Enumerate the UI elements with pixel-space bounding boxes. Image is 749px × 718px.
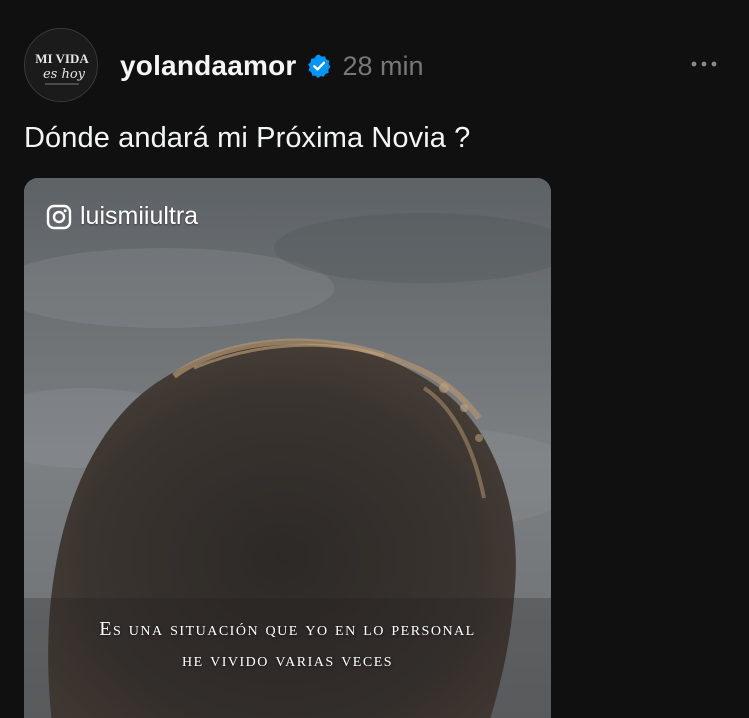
post: MI VIDA es hoy yolandaamor 28 min Dónde … [0,0,749,718]
avatar-text-line1: MI VIDA [35,51,89,66]
timestamp: 28 min [342,50,424,81]
instagram-watermark: luismiiultra [46,202,198,231]
more-horizontal-icon [691,61,717,67]
avatar-logo: MI VIDA es hoy [25,29,97,101]
post-video[interactable]: luismiiultra Es una situación que yo en … [24,178,551,718]
verified-badge-icon [306,53,332,79]
avatar[interactable]: MI VIDA es hoy [24,28,98,102]
instagram-icon [46,204,72,229]
post-header: yolandaamor 28 min [120,46,424,86]
avatar-text-line2: es hoy [43,67,86,82]
more-options-button[interactable] [689,52,719,76]
post-caption: Dónde andará mi Próxima Novia ? [24,122,471,154]
video-subtitle-line1: Es una situación que yo en lo personal [99,618,476,640]
username[interactable]: yolandaamor [120,50,296,82]
instagram-handle: luismiiultra [80,202,199,230]
video-subtitle-line2: he vivido varias veces [181,649,394,671]
